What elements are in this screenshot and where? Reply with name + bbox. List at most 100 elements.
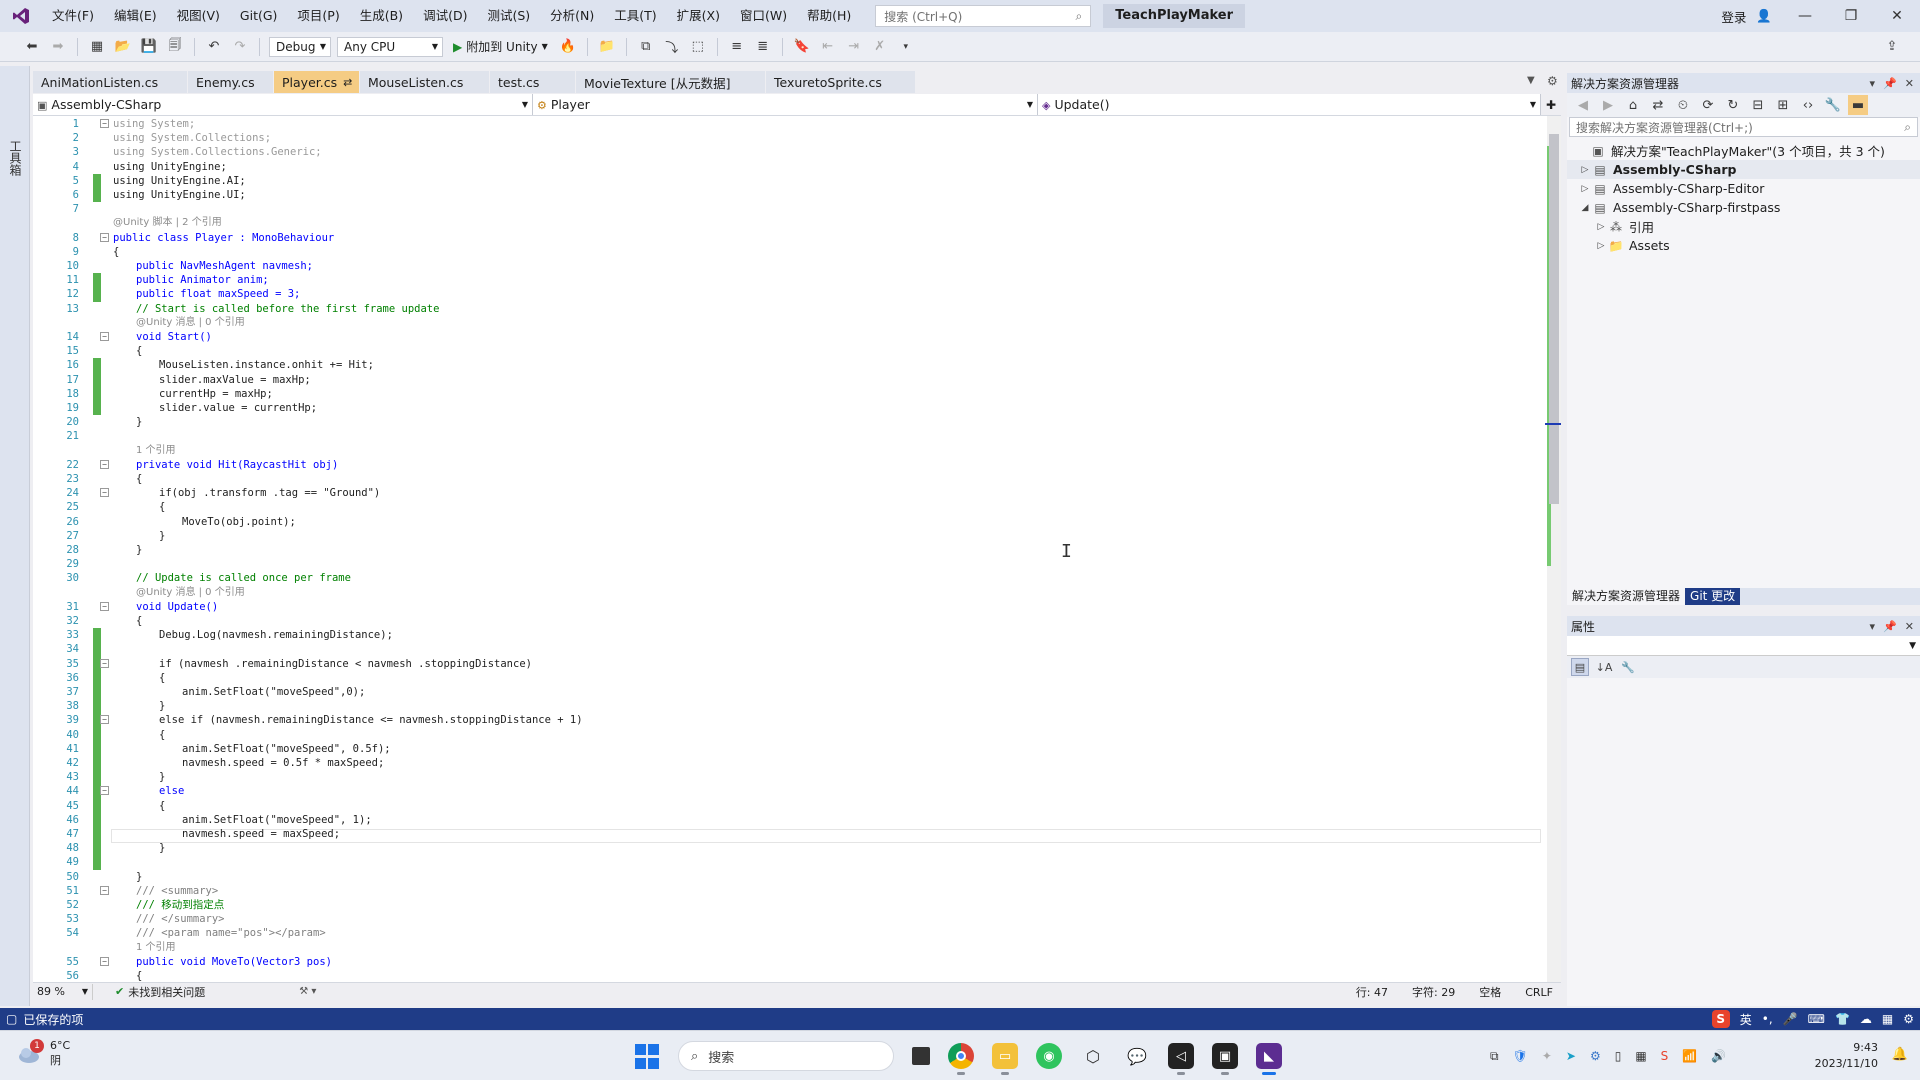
properties-object-dropdown[interactable]: ▼ bbox=[1567, 636, 1920, 656]
scrollbar-thumb[interactable] bbox=[1549, 134, 1559, 504]
visual-studio-logo-icon[interactable] bbox=[0, 0, 42, 32]
forward-icon[interactable]: ➡ bbox=[48, 37, 68, 57]
codelens-info[interactable]: @Unity 脚本 | 2 个引用 bbox=[113, 216, 222, 230]
sync-icon[interactable]: ⟳ bbox=[1698, 95, 1718, 115]
code-line[interactable]: 52 /// 移动到指定点 bbox=[33, 898, 1543, 912]
taskbar-clock[interactable]: 9:43 2023/11/10 bbox=[1815, 1040, 1878, 1072]
configuration-dropdown[interactable]: Debug ▼ bbox=[269, 36, 331, 57]
tray-capture-icon[interactable]: ⧉ bbox=[1490, 1049, 1499, 1064]
code-line[interactable]: 20} bbox=[33, 415, 1543, 429]
properties-wrench-icon[interactable]: 🔧 bbox=[1823, 95, 1843, 115]
code-line[interactable]: 39 − else if (navmesh.remainingDistance <=… bbox=[33, 713, 1543, 728]
collapse-region-icon[interactable]: − bbox=[100, 232, 109, 242]
view-code-icon[interactable]: ‹› bbox=[1798, 95, 1818, 115]
ime-settings-icon[interactable]: ⚙ bbox=[1903, 1012, 1914, 1026]
bookmark-icon[interactable]: 🔖 bbox=[792, 37, 812, 57]
code-line[interactable]: 29 bbox=[33, 557, 1543, 571]
code-line[interactable]: 19 slider.value = currentHp; bbox=[33, 401, 1543, 416]
solution-tree-item[interactable]: ◢ ▤ Assembly-CSharp-firstpass bbox=[1567, 198, 1920, 217]
solution-tree-item[interactable]: ▷ ⁂ 引用 bbox=[1567, 217, 1920, 236]
tray-shield-icon[interactable]: 🛡 bbox=[1513, 1049, 1528, 1063]
collapse-region-icon[interactable]: − bbox=[100, 956, 109, 966]
file-explorer-icon[interactable]: ▭ bbox=[992, 1043, 1018, 1075]
code-line[interactable]: 1 个引用 bbox=[33, 444, 1543, 458]
menu-item[interactable]: 工具(T) bbox=[604, 0, 666, 32]
code-line[interactable]: 8 − public class Player : MonoBehaviour bbox=[33, 231, 1543, 245]
zoom-dropdown[interactable]: 89 % ▼ bbox=[33, 983, 93, 1000]
windows-start-icon[interactable] bbox=[634, 1043, 660, 1069]
menu-item[interactable]: 分析(N) bbox=[540, 0, 604, 32]
tab-document[interactable]: AniMationListen.cs bbox=[33, 71, 188, 93]
task-view-icon[interactable] bbox=[912, 1047, 930, 1065]
punctuation-icon[interactable]: •, bbox=[1762, 1012, 1773, 1026]
member-dropdown[interactable]: ◈ Update() ▼ bbox=[1038, 94, 1541, 115]
new-project-icon[interactable]: ▦ bbox=[87, 37, 107, 57]
video-recorder-icon[interactable]: ▣ bbox=[1212, 1043, 1238, 1075]
code-line[interactable]: 32 { bbox=[33, 614, 1543, 628]
code-line[interactable]: 7 bbox=[33, 202, 1543, 216]
notification-bell-icon[interactable]: 🔔 bbox=[1892, 1047, 1908, 1062]
code-line[interactable]: 22 − private void Hit(RaycastHit obj) bbox=[33, 458, 1543, 472]
solution-tree-item[interactable]: ▷ ▤ Assembly-CSharp bbox=[1567, 160, 1920, 179]
code-line[interactable]: 14 − void Start() bbox=[33, 330, 1543, 344]
skin-icon[interactable]: 👕 bbox=[1835, 1012, 1850, 1026]
code-line[interactable]: 48} bbox=[33, 841, 1543, 856]
pane-options-icon[interactable]: ▾ bbox=[1870, 77, 1876, 90]
user-icon[interactable]: 👤 bbox=[1756, 8, 1772, 24]
platform-dropdown[interactable]: Any CPU ▼ bbox=[337, 36, 443, 57]
whitespace-indicator[interactable]: 空格 bbox=[1479, 984, 1501, 1000]
tab-document[interactable]: Enemy.cs bbox=[188, 71, 274, 93]
code-line[interactable]: 4 using UnityEngine; bbox=[33, 160, 1543, 174]
refresh-icon[interactable]: ↻ bbox=[1723, 95, 1743, 115]
menu-item[interactable]: 生成(B) bbox=[350, 0, 413, 32]
code-line[interactable]: 12 public float maxSpeed = 3; bbox=[33, 287, 1543, 302]
restore-button[interactable]: ❐ bbox=[1828, 0, 1874, 32]
keyboard-icon[interactable]: ⌨ bbox=[1808, 1012, 1825, 1026]
menu-item[interactable]: 项目(P) bbox=[287, 0, 349, 32]
toolbox-grid-icon[interactable]: ▦ bbox=[1882, 1012, 1893, 1026]
code-line[interactable]: 16 MouseListen.instance.onhit += Hit; bbox=[33, 358, 1543, 373]
code-line[interactable]: 54 /// <param name="pos"></param> bbox=[33, 926, 1543, 940]
ime-language[interactable]: 英 bbox=[1740, 1011, 1752, 1028]
code-line[interactable]: 34 bbox=[33, 642, 1543, 657]
expand-toggle-icon[interactable]: ▷ bbox=[1595, 241, 1607, 251]
pending-changes-filter-icon[interactable]: ⏲ bbox=[1673, 95, 1693, 115]
collapse-region-icon[interactable]: − bbox=[100, 459, 109, 469]
code-line[interactable]: 1 个引用 bbox=[33, 941, 1543, 955]
tray-grid-icon[interactable]: ▦ bbox=[1635, 1049, 1646, 1063]
comment-out-icon[interactable]: ≡ bbox=[727, 37, 747, 57]
line-indicator[interactable]: 行: 47 bbox=[1356, 984, 1388, 1000]
tray-feather-icon[interactable]: ➤ bbox=[1566, 1049, 1576, 1063]
code-line[interactable]: 51 − /// <summary> bbox=[33, 884, 1543, 898]
code-line[interactable]: 50} bbox=[33, 870, 1543, 884]
code-line[interactable]: 5 using UnityEngine.AI; bbox=[33, 173, 1543, 188]
pane-options-icon[interactable]: ▾ bbox=[1870, 620, 1876, 633]
code-line[interactable]: 49 bbox=[33, 855, 1543, 870]
code-line[interactable]: 36 { bbox=[33, 670, 1543, 685]
uncomment-icon[interactable]: ≣ bbox=[753, 37, 773, 57]
wechat-icon[interactable]: 💬 bbox=[1124, 1043, 1150, 1069]
save-all-icon[interactable]: 🗐 bbox=[165, 37, 185, 57]
prev-bookmark-icon[interactable]: ⇤ bbox=[818, 37, 838, 57]
alphabetical-icon[interactable]: ↓A bbox=[1595, 658, 1613, 676]
menu-item[interactable]: 帮助(H) bbox=[797, 0, 861, 32]
chrome-icon[interactable] bbox=[948, 1043, 974, 1075]
next-bookmark-icon[interactable]: ⇥ bbox=[844, 37, 864, 57]
back-icon[interactable]: ⬅ bbox=[22, 37, 42, 57]
solution-tree-item[interactable]: ▷ ▤ Assembly-CSharp-Editor bbox=[1567, 179, 1920, 198]
code-line[interactable]: @Unity 脚本 | 2 个引用 bbox=[33, 216, 1543, 230]
code-line[interactable]: 9{ bbox=[33, 245, 1543, 259]
signin-area[interactable]: 登录 👤 bbox=[1721, 0, 1772, 32]
search-input[interactable]: 搜索 (Ctrl+Q) ⌕ bbox=[875, 5, 1092, 27]
unity-hub-icon[interactable]: ⬡ bbox=[1080, 1043, 1106, 1069]
sogou-ime-icon[interactable]: S bbox=[1711, 1010, 1730, 1028]
tab-solution-explorer[interactable]: 解决方案资源管理器 bbox=[1567, 588, 1686, 605]
menu-item[interactable]: 编辑(E) bbox=[104, 0, 167, 32]
code-line[interactable]: 1 − using System; bbox=[33, 117, 1543, 131]
code-line[interactable]: 26 MoveTo(obj.point); bbox=[33, 515, 1543, 529]
toolbox-tab[interactable]: 工具箱 bbox=[7, 140, 24, 176]
collapse-region-icon[interactable]: − bbox=[100, 885, 109, 895]
code-line[interactable]: 56 { bbox=[33, 969, 1543, 982]
code-line[interactable]: 15 { bbox=[33, 344, 1543, 358]
expand-toggle-icon[interactable]: ◢ bbox=[1579, 203, 1591, 213]
